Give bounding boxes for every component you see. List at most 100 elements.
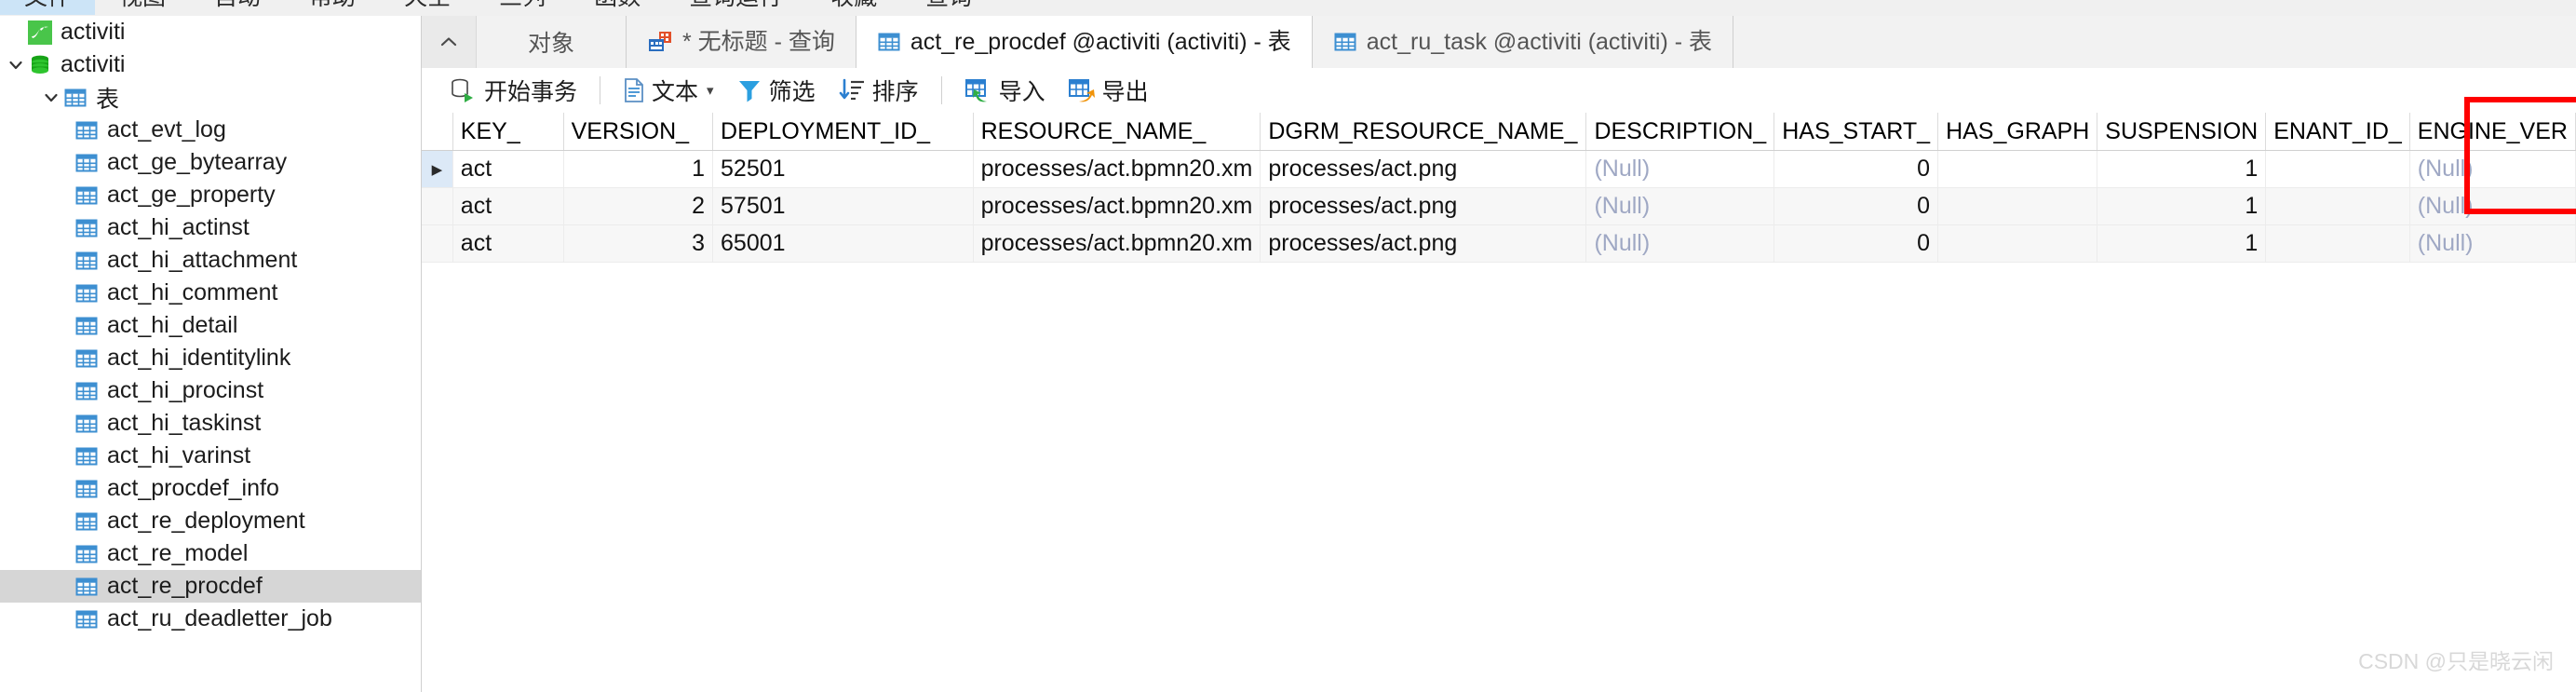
column-header-HAS_START_FORM_KEY_[interactable]: HAS_START_ [1774,113,1939,151]
data-grid[interactable]: KEY_ VERSION_ DEPLOYMENT_ID_ RESOURCE_NAME_… [422,113,2576,692]
toolbar-button-导出[interactable]: 导出 [1057,72,1160,109]
tree-item-table-act_hi_taskinst[interactable]: act_hi_taskinst [0,407,421,440]
table-header-row[interactable]: KEY_ VERSION_ DEPLOYMENT_ID_ RESOURCE_NAME_… [422,113,2576,151]
cell-TENANT_ID_[interactable] [2265,150,2410,188]
column-header-RESOURCE_NAME_[interactable]: RESOURCE_NAME_ [973,113,1261,151]
result-table[interactable]: KEY_ VERSION_ DEPLOYMENT_ID_ RESOURCE_NAME_… [422,113,2576,263]
menu-item-5[interactable]: 三列 [475,0,570,15]
tree-item-database[interactable]: activiti [0,48,421,81]
column-header-DESCRIPTION_[interactable]: DESCRIPTION_ [1585,113,1775,151]
toolbar-button-导入[interactable]: 导入 [953,72,1057,109]
menu-item-2[interactable]: 自动 [190,0,285,15]
menu-item-4[interactable]: 天空 [380,0,475,15]
column-header-HAS_GRAPHICAL_NOTATION_[interactable]: HAS_GRAPH [1937,113,2098,151]
collapse-panel-button[interactable] [422,16,477,68]
column-header-SUSPENSION_STATE_[interactable]: SUSPENSION [2097,113,2267,151]
cell-DESCRIPTION_[interactable]: (Null) [1585,187,1775,225]
tree-item-table-act_ru_deadletter_job[interactable]: act_ru_deadletter_job [0,603,421,635]
row-marker[interactable] [422,224,453,263]
toolbar-button-筛选[interactable]: 筛选 [725,72,827,109]
menu-item-7[interactable]: 查询运行 [665,0,806,15]
cell-ENGINE_VERSION_[interactable]: (Null) [2409,150,2576,188]
toolbar-button-文本[interactable]: 文本 ▾ [612,72,725,109]
tree-item-tables-group[interactable]: 表 [0,81,421,114]
toolbar-button-开始事务[interactable]: 开始事务 [438,72,588,109]
cell-TENANT_ID_[interactable] [2265,224,2410,263]
cell-SUSPENSION_STATE_[interactable]: 1 [2097,224,2267,263]
cell-HAS_START_FORM_KEY_[interactable]: 0 [1774,150,1939,188]
cell-VERSION_[interactable]: 2 [563,187,714,225]
tree-item-table-act_hi_comment[interactable]: act_hi_comment [0,277,421,309]
column-header-VERSION_[interactable]: VERSION_ [563,113,714,151]
document-tabs[interactable]: * 无标题 - 查询 act_re_procdef @activiti (acti… [627,16,1734,68]
cell-HAS_GRAPHICAL_NOTATION_[interactable] [1937,224,2098,263]
cell-VERSION_[interactable]: 1 [563,150,714,188]
cell-ENGINE_VERSION_[interactable]: (Null) [2409,224,2576,263]
document-tab-1[interactable]: act_re_procdef @activiti (activiti) - 表 [856,16,1313,68]
column-header-DGRM_RESOURCE_NAME_[interactable]: DGRM_RESOURCE_NAME_ [1260,113,1587,151]
menu-item-8[interactable]: 收藏 [806,0,901,15]
document-tab-bar[interactable]: 对象 * 无标题 - 查询 act_re_procdef @activiti (a… [422,16,2576,69]
cell-KEY_[interactable]: act [452,150,564,188]
column-header-KEY_[interactable]: KEY_ [452,113,564,151]
cell-DESCRIPTION_[interactable]: (Null) [1585,224,1775,263]
chevron-down-icon[interactable] [4,53,28,77]
tree-item-table-act_ge_property[interactable]: act_ge_property [0,179,421,211]
cell-RESOURCE_NAME_[interactable]: processes/act.bpmn20.xm [973,150,1261,188]
cell-HAS_START_FORM_KEY_[interactable]: 0 [1774,187,1939,225]
cell-KEY_[interactable]: act [452,187,564,225]
row-marker[interactable] [422,187,453,225]
navigator-sidebar[interactable]: activiti activiti 表 act_evt_log act_ge_b… [0,16,422,692]
cell-ENGINE_VERSION_[interactable]: (Null) [2409,187,2576,225]
tree-item-table-act_hi_attachment[interactable]: act_hi_attachment [0,244,421,277]
tree-item-table-act_re_model[interactable]: act_re_model [0,537,421,570]
menu-bar[interactable]: 文件 视图 自动 帮助 天空 三列 函数 查询运行 收藏 查询 [0,0,2576,17]
table-row[interactable]: act 3 65001 processes/act.bpmn20.xm processe… [422,224,2576,263]
document-tab-2[interactable]: act_ru_task @activiti (activiti) - 表 [1312,16,1734,68]
cell-RESOURCE_NAME_[interactable]: processes/act.bpmn20.xm [973,187,1261,225]
cell-DGRM_RESOURCE_NAME_[interactable]: processes/act.png [1260,187,1587,225]
cell-RESOURCE_NAME_[interactable]: processes/act.bpmn20.xm [973,224,1261,263]
menu-item-0[interactable]: 文件 [0,0,96,15]
cell-DESCRIPTION_[interactable]: (Null) [1585,150,1775,188]
document-tab-0[interactable]: * 无标题 - 查询 [627,16,856,68]
tree-item-table-act_hi_varinst[interactable]: act_hi_varinst [0,440,421,472]
column-header-ENGINE_VERSION_[interactable]: ENGINE_VER [2409,113,2576,151]
tree-item-table-act_hi_procinst[interactable]: act_hi_procinst [0,374,421,407]
tree-item-connection[interactable]: activiti [0,16,421,48]
tree-item-table-act_procdef_info[interactable]: act_procdef_info [0,472,421,505]
menu-item-1[interactable]: 视图 [95,0,190,15]
cell-HAS_START_FORM_KEY_[interactable]: 0 [1774,224,1939,263]
table-row[interactable]: ▶ act 1 52501 processes/act.bpmn20.xm process… [422,150,2576,188]
chevron-down-icon[interactable] [39,86,63,110]
row-marker[interactable]: ▶ [422,150,453,188]
grid-toolbar[interactable]: 开始事务 文本 ▾ 筛选 排序 导入 导出 [422,68,2576,114]
cell-DEPLOYMENT_ID_[interactable]: 65001 [712,224,974,263]
tree-item-table-act_re_procdef[interactable]: act_re_procdef [0,570,421,603]
cell-HAS_GRAPHICAL_NOTATION_[interactable] [1937,187,2098,225]
cell-DEPLOYMENT_ID_[interactable]: 52501 [712,150,974,188]
tree-item-table-act_hi_identitylink[interactable]: act_hi_identitylink [0,342,421,374]
table-row[interactable]: act 2 57501 processes/act.bpmn20.xm processe… [422,187,2576,225]
menu-item-9[interactable]: 查询 [901,0,996,15]
cell-SUSPENSION_STATE_[interactable]: 1 [2097,150,2267,188]
cell-SUSPENSION_STATE_[interactable]: 1 [2097,187,2267,225]
menu-item-3[interactable]: 帮助 [285,0,380,15]
table-list[interactable]: act_evt_log act_ge_bytearray act_ge_proper… [0,114,421,635]
cell-VERSION_[interactable]: 3 [563,224,714,263]
cell-HAS_GRAPHICAL_NOTATION_[interactable] [1937,150,2098,188]
chevron-down-icon[interactable]: ▾ [707,82,714,99]
menu-item-6[interactable]: 函数 [570,0,665,15]
tree-item-table-act_re_deployment[interactable]: act_re_deployment [0,505,421,537]
tree-item-table-act_ge_bytearray[interactable]: act_ge_bytearray [0,146,421,179]
cell-KEY_[interactable]: act [452,224,564,263]
cell-DGRM_RESOURCE_NAME_[interactable]: processes/act.png [1260,224,1587,263]
tree-item-table-act_hi_actinst[interactable]: act_hi_actinst [0,211,421,244]
tree-item-table-act_evt_log[interactable]: act_evt_log [0,114,421,146]
tree-item-table-act_hi_detail[interactable]: act_hi_detail [0,309,421,342]
cell-DGRM_RESOURCE_NAME_[interactable]: processes/act.png [1260,150,1587,188]
objects-tab[interactable]: 对象 [477,16,627,68]
column-header-TENANT_ID_[interactable]: ENANT_ID_ [2265,113,2410,151]
cell-DEPLOYMENT_ID_[interactable]: 57501 [712,187,974,225]
column-header-DEPLOYMENT_ID_[interactable]: DEPLOYMENT_ID_ [712,113,974,151]
